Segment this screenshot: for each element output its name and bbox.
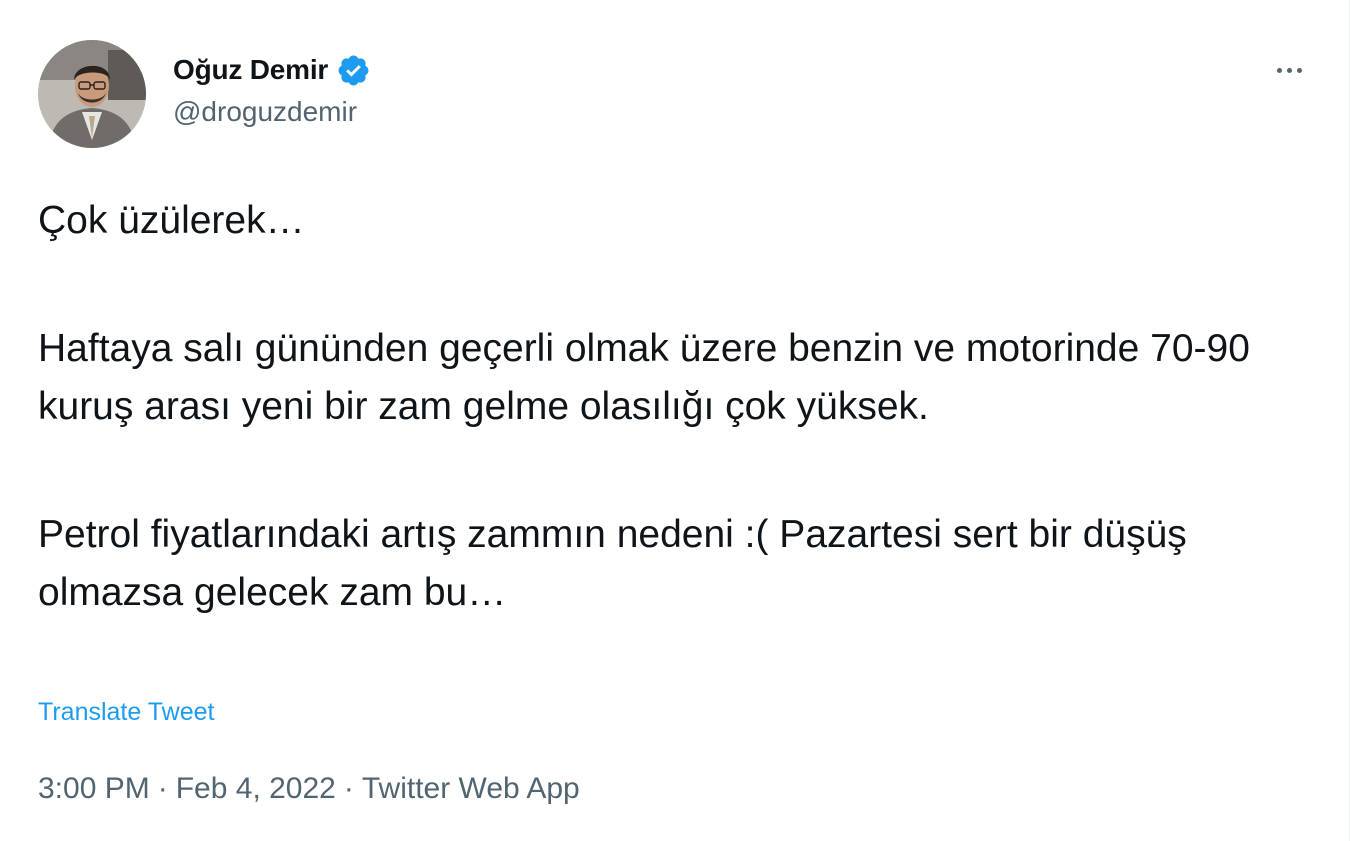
more-options-button[interactable] — [1267, 52, 1311, 88]
user-handle[interactable]: @droguzdemir — [173, 96, 357, 128]
avatar-photo — [38, 40, 146, 148]
tweet-text: Çok üzülerek… Haftaya salı gününden geçe… — [38, 192, 1278, 622]
translate-tweet-link[interactable]: Translate Tweet — [38, 698, 214, 727]
avatar[interactable] — [38, 40, 146, 148]
meta-separator: · — [343, 772, 354, 805]
tweet-date[interactable]: Feb 4, 2022 — [176, 772, 336, 805]
tweet-meta: 3:00 PM · Feb 4, 2022 · Twitter Web App — [38, 772, 580, 806]
tweet-paragraph: Petrol fiyatlarındaki artış zammın neden… — [38, 513, 1187, 614]
tweet-time[interactable]: 3:00 PM — [38, 772, 150, 805]
verified-badge-icon — [336, 53, 371, 88]
user-name-row[interactable]: Oğuz Demir — [173, 50, 371, 90]
tweet-source[interactable]: Twitter Web App — [362, 772, 580, 805]
tweet-paragraph: Çok üzülerek… — [38, 199, 305, 242]
more-options-icon — [1276, 67, 1282, 73]
display-name[interactable]: Oğuz Demir — [173, 54, 328, 86]
meta-separator: · — [157, 772, 168, 805]
tweet-paragraph: Haftaya salı gününden geçerli olmak üzer… — [38, 327, 1250, 428]
tweet-card: Oğuz Demir @droguzdemir Çok üzülerek… Ha… — [0, 0, 1350, 841]
